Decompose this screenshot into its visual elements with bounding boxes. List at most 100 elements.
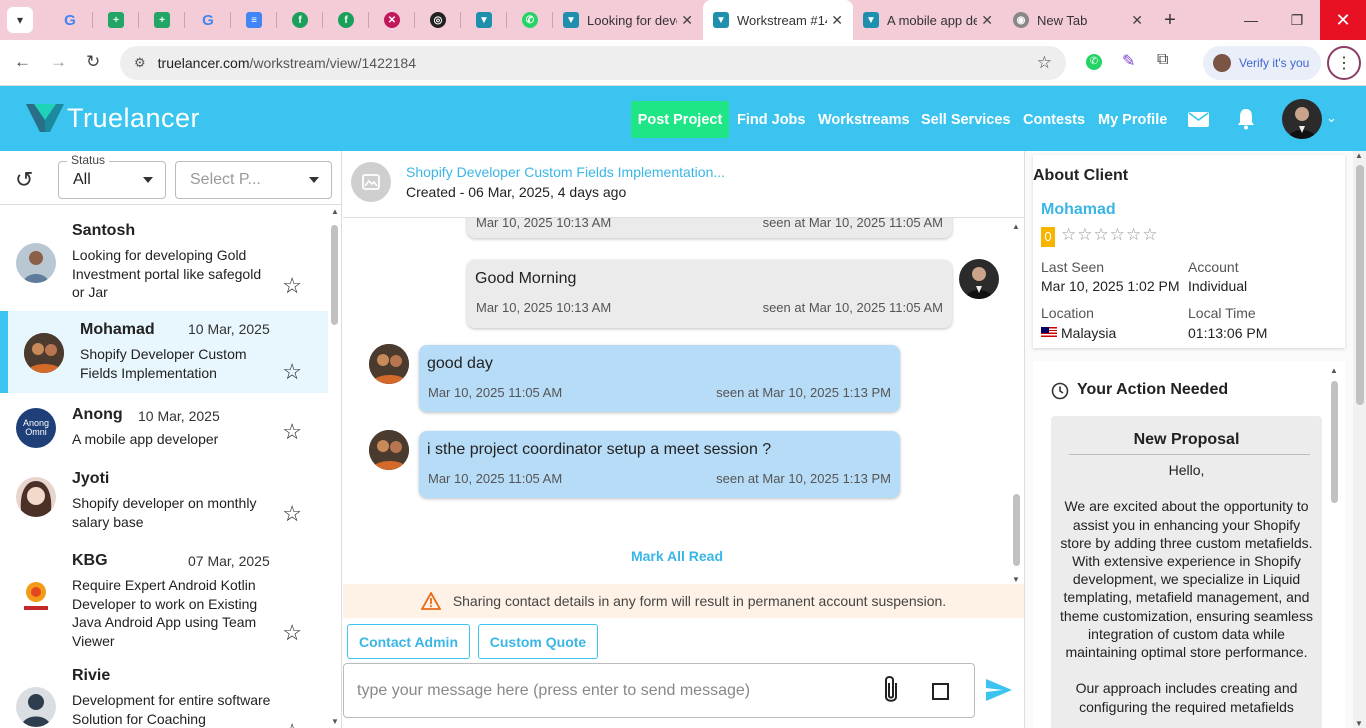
new-tab-button[interactable]: + <box>1153 9 1187 32</box>
pinned-tab-docs[interactable]: ≡ <box>231 0 277 40</box>
address-bar[interactable]: ⚙ truelancer.com/workstream/view/1422184… <box>120 46 1066 80</box>
star-icon[interactable]: ☆ <box>282 719 302 728</box>
star-icon[interactable]: ☆ <box>282 273 302 299</box>
contact-name: Jyoti <box>72 470 110 487</box>
action-scrollbar[interactable]: ▲ <box>1329 366 1341 728</box>
mark-all-read-link[interactable]: Mark All Read <box>343 548 1011 564</box>
contact-list-scrollbar[interactable]: ▲ ▼ <box>330 207 340 728</box>
extensions-icon[interactable]: ⧉ <box>1157 51 1168 69</box>
contact-item-selected[interactable]: Mohamad 10 Mar, 2025 Shopify Developer C… <box>0 311 328 393</box>
scroll-down-icon[interactable]: ▼ <box>331 717 339 726</box>
message-text: Good Morning <box>475 270 577 287</box>
star-icon[interactable]: ☆ <box>282 359 302 385</box>
reload-icon[interactable]: ↻ <box>86 52 100 72</box>
tab-search-button[interactable]: ▾ <box>7 7 33 33</box>
pinned-tab-app-2[interactable]: f <box>323 0 369 40</box>
project-title-link[interactable]: Shopify Developer Custom Fields Implemen… <box>406 164 725 180</box>
scroll-up-icon[interactable]: ▲ <box>1355 151 1363 160</box>
whatsapp-extension-icon[interactable]: ✆ <box>1086 54 1102 70</box>
browser-tab-active[interactable]: ▼ Workstream #1422184 ✕ <box>703 0 853 40</box>
restore-button[interactable]: ❐ <box>1274 0 1320 40</box>
nav-sell-services[interactable]: Sell Services <box>921 101 1011 138</box>
rating-stars-icon: ☆☆☆☆☆☆ <box>1061 225 1159 244</box>
contact-item[interactable]: KBG 07 Mar, 2025 Require Expert Android … <box>0 537 328 653</box>
project-select[interactable]: Select P... <box>175 161 332 199</box>
pinned-tab-app[interactable]: f <box>277 0 323 40</box>
proposal-body: Hello, We are excited about the opportun… <box>1060 462 1313 715</box>
pinned-tab-google-2[interactable]: G <box>185 0 231 40</box>
truelancer-logo[interactable]: Truelancer <box>26 102 200 134</box>
url-path: /workstream/view/1422184 <box>249 55 417 71</box>
star-icon[interactable]: ☆ <box>282 419 302 445</box>
close-tab-icon[interactable]: ✕ <box>981 12 993 29</box>
pinned-tab-sheets-2[interactable]: + <box>139 0 185 40</box>
back-icon[interactable]: ← <box>14 52 31 72</box>
scroll-up-icon[interactable]: ▲ <box>1330 366 1338 375</box>
nav-contests[interactable]: Contests <box>1023 101 1085 138</box>
scrollbar-thumb[interactable] <box>331 225 338 325</box>
contact-item[interactable]: Santosh Looking for developing Gold Inve… <box>0 205 328 311</box>
star-icon[interactable]: ☆ <box>282 501 302 527</box>
minimize-button[interactable]: — <box>1228 0 1274 40</box>
mail-icon[interactable] <box>1188 112 1209 127</box>
browser-tab[interactable]: ◉ New Tab ✕ <box>1003 0 1153 40</box>
verify-profile-button[interactable]: Verify it's you <box>1203 46 1321 80</box>
star-icon[interactable]: ☆ <box>282 620 302 646</box>
conversation-sidebar: ↺ Status All Select P... Santosh Looking… <box>0 151 342 728</box>
bookmark-star-icon[interactable]: ☆ <box>1037 53 1052 73</box>
browser-menu-icon[interactable]: ⋮ <box>1327 46 1361 80</box>
pinned-tab-app-3[interactable]: ✕ <box>369 0 415 40</box>
close-tab-icon[interactable]: ✕ <box>681 12 693 29</box>
site-settings-icon[interactable]: ⚙ <box>134 55 146 71</box>
new-proposal-card[interactable]: New Proposal Hello, We are excited about… <box>1051 416 1322 728</box>
browser-tab-strip: ▾ G + + G ≡ f f ✕ ◎ ▼ ✆ ▼ Looking for de… <box>0 0 1366 40</box>
post-project-button[interactable]: Post Project <box>631 101 729 138</box>
message-list: Mar 10, 2025 10:13 AM seen at Mar 10, 20… <box>343 218 1024 584</box>
message-scrollbar[interactable]: ▲ ▼ <box>1011 218 1023 584</box>
client-name-link[interactable]: Mohamad <box>1041 201 1116 219</box>
nav-my-profile[interactable]: My Profile <box>1098 101 1167 138</box>
checkbox-icon[interactable] <box>932 683 949 700</box>
custom-quote-button[interactable]: Custom Quote <box>478 624 598 659</box>
refresh-icon[interactable]: ↺ <box>15 167 33 193</box>
pinned-tab-truelancer[interactable]: ▼ <box>461 0 507 40</box>
contact-item[interactable]: Jyoti Shopify developer on monthly salar… <box>0 455 328 537</box>
scrollbar-thumb[interactable] <box>1331 381 1338 503</box>
message-text: i sthe project coordinator setup a meet … <box>427 441 772 458</box>
pen-extension-icon[interactable]: ✎ <box>1122 51 1135 71</box>
scrollbar-thumb[interactable] <box>1356 165 1364 405</box>
pinned-tab-whatsapp[interactable]: ✆ <box>507 0 553 40</box>
contact-name: Rivie <box>72 667 111 684</box>
contact-item[interactable]: Rivie Development for entire software So… <box>0 653 328 728</box>
message-input[interactable]: type your message here (press enter to s… <box>343 663 975 718</box>
forward-icon[interactable]: → <box>50 52 67 72</box>
user-avatar[interactable] <box>1282 99 1322 139</box>
page-scrollbar[interactable]: ▲ ▼ <box>1353 151 1366 728</box>
send-icon[interactable] <box>985 678 1013 702</box>
browser-tab[interactable]: ▼ A mobile app developer ✕ <box>853 0 1003 40</box>
profile-chevron-down-icon[interactable]: ⌄ <box>1326 110 1337 126</box>
scroll-up-icon[interactable]: ▲ <box>331 207 339 216</box>
nav-find-jobs[interactable]: Find Jobs <box>737 101 805 138</box>
message-time: Mar 10, 2025 11:05 AM <box>428 471 563 486</box>
nav-workstreams[interactable]: Workstreams <box>818 101 910 138</box>
contact-avatar-photo <box>23 251 49 283</box>
contact-admin-button[interactable]: Contact Admin <box>347 624 470 659</box>
pinned-tab-openai[interactable]: ◎ <box>415 0 461 40</box>
notification-bell-icon[interactable] <box>1236 108 1256 136</box>
google-icon: G <box>64 11 76 29</box>
pinned-tab-sheets[interactable]: + <box>93 0 139 40</box>
close-tab-icon[interactable]: ✕ <box>1131 12 1143 29</box>
scroll-up-icon[interactable]: ▲ <box>1012 222 1020 231</box>
contact-item[interactable]: Anong Omni Anong 10 Mar, 2025 A mobile a… <box>0 393 328 455</box>
close-window-button[interactable]: ✕ <box>1320 0 1366 40</box>
status-select[interactable]: Status All <box>58 153 166 199</box>
browser-tab[interactable]: ▼ Looking for developing Gold ✕ <box>553 0 703 40</box>
image-placeholder-glyph <box>362 174 380 190</box>
scroll-down-icon[interactable]: ▼ <box>1012 575 1020 584</box>
scrollbar-thumb[interactable] <box>1013 494 1020 566</box>
attachment-icon[interactable] <box>880 674 902 706</box>
close-tab-icon[interactable]: ✕ <box>831 12 843 29</box>
scroll-down-icon[interactable]: ▼ <box>1355 719 1363 728</box>
pinned-tab-google[interactable]: G <box>47 0 93 40</box>
